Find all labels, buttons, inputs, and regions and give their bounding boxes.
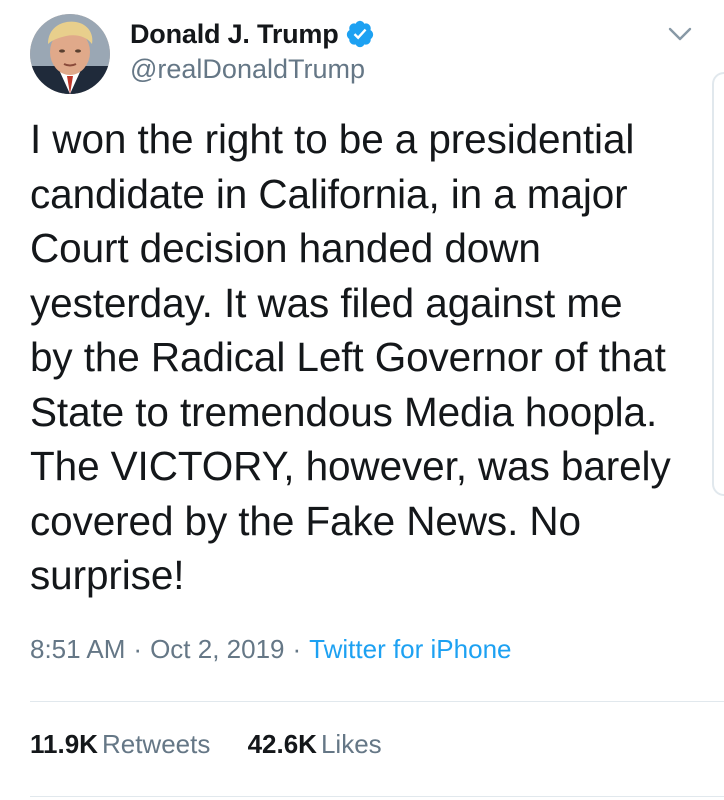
verified-badge-icon	[345, 19, 375, 49]
tweet-text-line: State to tremendous Media hoopla.	[30, 388, 658, 435]
likes-count: 42.6K	[247, 729, 317, 759]
divider	[30, 701, 724, 702]
name-row: Donald J. Trump	[130, 16, 375, 52]
author-names: Donald J. Trump @realDonaldTrump	[130, 16, 375, 85]
tweet-source-link[interactable]: Twitter for iPhone	[309, 634, 511, 664]
tweet-meta: 8:51 AM · Oct 2, 2019 · Twitter for iPhone	[30, 634, 511, 674]
tweet-text-line: The VICTORY, however, was barely	[30, 443, 671, 489]
tweet-text-line: Court decision handed down	[30, 225, 541, 271]
retweets-stat[interactable]: 11.9K Retweets	[30, 729, 210, 760]
tweet-time[interactable]: 8:51 AM	[30, 634, 125, 664]
likes-label: Likes	[320, 729, 382, 759]
retweets-count: 11.9K	[30, 729, 98, 759]
display-name[interactable]: Donald J. Trump	[130, 19, 339, 50]
tweet-date[interactable]: Oct 2, 2019	[150, 634, 284, 664]
meta-separator: ·	[133, 634, 143, 664]
tweet-text-line: by the Radical Left Governor of that	[30, 334, 666, 380]
avatar[interactable]	[30, 14, 110, 94]
retweets-label: Retweets	[101, 729, 211, 759]
tweet-text-line: candidate in California, in a major	[30, 170, 628, 217]
tweet-stats: 11.9K Retweets 42.6K Likes	[30, 729, 412, 760]
author-handle[interactable]: @realDonaldTrump	[130, 54, 375, 85]
tweet-text-line: I won the right to be a presidential	[30, 116, 635, 162]
tweet-header: Donald J. Trump @realDonaldTrump	[30, 14, 700, 96]
tweet-text: I won the right to be a presidential can…	[30, 112, 700, 603]
tweet-text-line: yesterday. It was filed against me	[30, 279, 623, 326]
likes-stat[interactable]: 42.6K Likes	[248, 729, 382, 760]
chevron-down-icon[interactable]	[666, 20, 694, 48]
tweet-text-line: covered by the Fake News. No	[30, 497, 581, 544]
tweet-card: Donald J. Trump @realDonaldTrump I won t…	[0, 0, 724, 800]
tweet-text-line: surprise!	[30, 552, 185, 598]
meta-separator: ·	[292, 634, 302, 664]
scroll-edge	[712, 72, 724, 496]
avatar-image	[30, 14, 110, 94]
divider	[30, 796, 724, 797]
